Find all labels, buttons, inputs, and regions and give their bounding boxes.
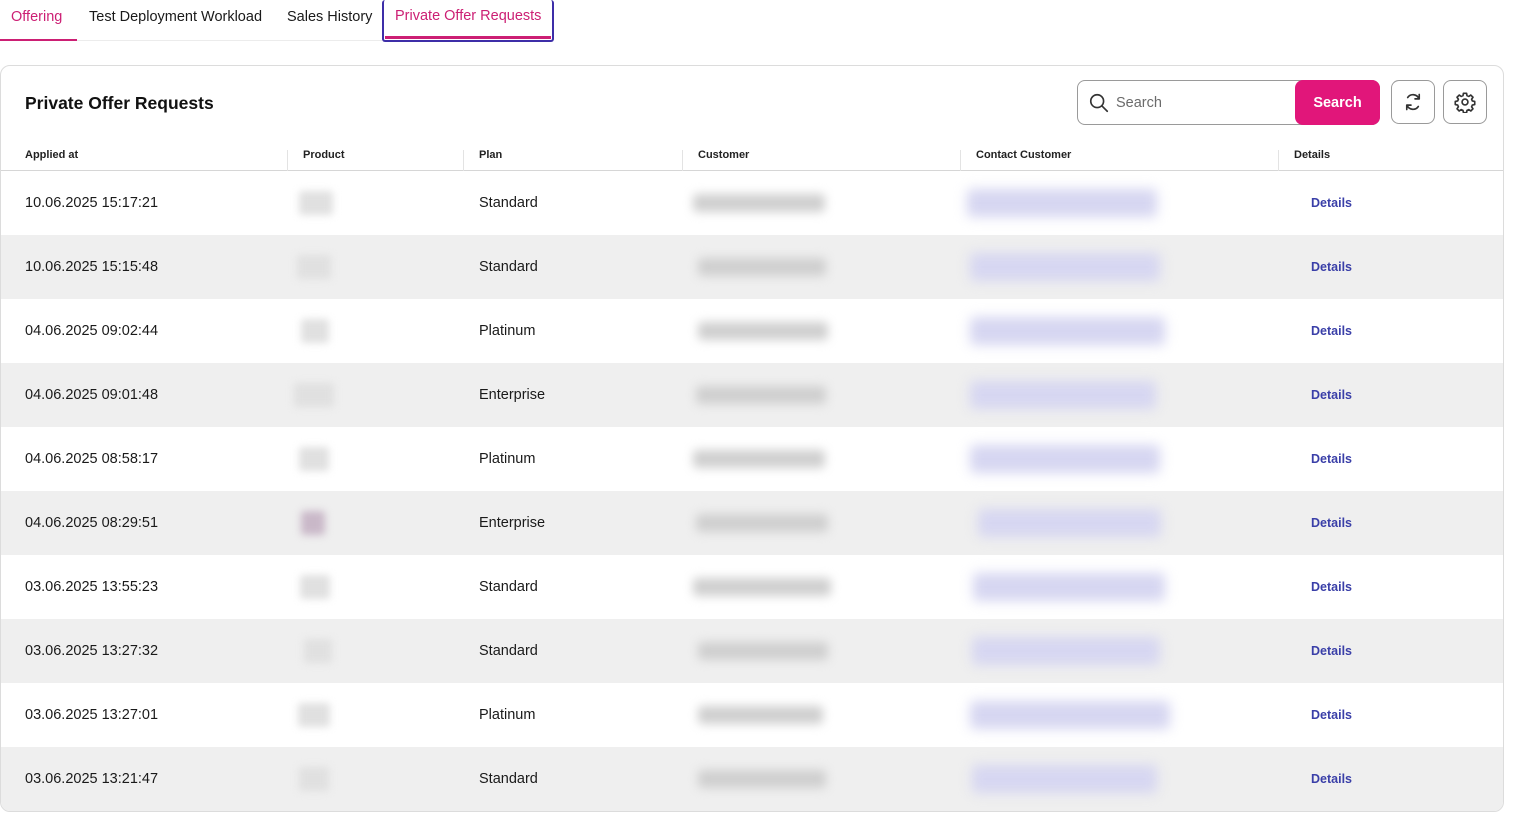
applied-at-cell: 04.06.2025 08:58:17 <box>25 451 159 467</box>
table-row: 04.06.2025 09:01:48 Enterprise Details <box>1 363 1503 427</box>
applied-at-cell: 03.06.2025 13:27:01 <box>25 707 159 723</box>
product-cell-redacted <box>304 639 332 663</box>
table-row: 10.06.2025 15:17:21 Standard Details <box>1 171 1503 235</box>
applied-at-cell: 03.06.2025 13:21:47 <box>25 771 159 787</box>
applied-at-cell: 10.06.2025 15:15:48 <box>25 259 159 275</box>
plan-cell: Enterprise <box>479 387 546 403</box>
product-cell-redacted <box>298 703 330 727</box>
contact-customer-link-redacted[interactable] <box>967 189 1157 217</box>
column-header-customer[interactable]: Customer <box>698 138 749 171</box>
tab-sales-history[interactable]: Sales History <box>277 0 382 42</box>
details-link[interactable]: Details <box>1311 555 1352 619</box>
product-cell-redacted <box>297 255 331 279</box>
private-offer-requests-card: Private Offer Requests Search Applied at… <box>0 65 1504 812</box>
contact-customer-link-redacted[interactable] <box>970 701 1170 729</box>
table-row: 03.06.2025 13:55:23 Standard Details <box>1 555 1503 619</box>
column-separator <box>682 150 683 171</box>
search-input[interactable] <box>1116 89 1291 117</box>
details-link[interactable]: Details <box>1311 427 1352 491</box>
table-row: 03.06.2025 13:27:01 Platinum Details <box>1 683 1503 747</box>
table-row: 04.06.2025 09:02:44 Platinum Details <box>1 299 1503 363</box>
column-separator <box>1278 150 1279 171</box>
plan-cell: Platinum <box>479 323 536 339</box>
contact-customer-link-redacted[interactable] <box>973 573 1165 601</box>
search-button[interactable]: Search <box>1295 80 1380 125</box>
tab-bar: Offering Test Deployment Workload Sales … <box>0 0 560 42</box>
contact-customer-link-redacted[interactable] <box>978 509 1161 537</box>
customer-cell-redacted <box>693 578 831 596</box>
gear-icon <box>1454 92 1476 113</box>
table-row: 04.06.2025 08:58:17 Platinum Details <box>1 427 1503 491</box>
product-cell-redacted <box>299 767 329 791</box>
tab-offering[interactable]: Offering <box>1 0 72 42</box>
column-header-applied-at[interactable]: Applied at <box>25 138 78 171</box>
customer-cell-redacted <box>696 514 828 532</box>
customer-cell-redacted <box>693 194 825 212</box>
product-cell-redacted <box>300 575 330 599</box>
contact-customer-link-redacted[interactable] <box>972 637 1160 665</box>
table-header: Applied at Product Plan Customer Contact… <box>1 138 1503 171</box>
details-link[interactable]: Details <box>1311 619 1352 683</box>
details-link[interactable]: Details <box>1311 235 1352 299</box>
plan-cell: Standard <box>479 643 538 659</box>
product-cell-redacted <box>301 319 329 343</box>
applied-at-cell: 04.06.2025 08:29:51 <box>25 515 159 531</box>
customer-cell-redacted <box>698 258 826 276</box>
table-row: 03.06.2025 13:27:32 Standard Details <box>1 619 1503 683</box>
plan-cell: Standard <box>479 259 538 275</box>
customer-cell-redacted <box>698 706 823 724</box>
tab-test-deployment-workload[interactable]: Test Deployment Workload <box>79 0 272 42</box>
applied-at-cell: 03.06.2025 13:27:32 <box>25 643 159 659</box>
table-row: 03.06.2025 13:21:47 Standard Details <box>1 747 1503 811</box>
plan-cell: Platinum <box>479 451 536 467</box>
column-header-details[interactable]: Details <box>1294 138 1330 171</box>
customer-cell-redacted <box>696 386 826 404</box>
plan-cell: Platinum <box>479 707 536 723</box>
details-link[interactable]: Details <box>1311 747 1352 811</box>
table-row: 04.06.2025 08:29:51 Enterprise Details <box>1 491 1503 555</box>
customer-cell-redacted <box>698 642 828 660</box>
contact-customer-link-redacted[interactable] <box>970 445 1160 473</box>
plan-cell: Standard <box>479 579 538 595</box>
card-title: Private Offer Requests <box>25 93 214 113</box>
contact-customer-link-redacted[interactable] <box>970 317 1165 345</box>
refresh-button[interactable] <box>1391 80 1435 124</box>
table-row: 10.06.2025 15:15:48 Standard Details <box>1 235 1503 299</box>
details-link[interactable]: Details <box>1311 683 1352 747</box>
details-link[interactable]: Details <box>1311 491 1352 555</box>
contact-customer-link-redacted[interactable] <box>972 765 1157 793</box>
details-link[interactable]: Details <box>1311 299 1352 363</box>
contact-customer-link-redacted[interactable] <box>970 253 1160 281</box>
plan-cell: Standard <box>479 771 538 787</box>
applied-at-cell: 04.06.2025 09:01:48 <box>25 387 159 403</box>
applied-at-cell: 10.06.2025 15:17:21 <box>25 195 159 211</box>
product-cell-redacted <box>299 191 333 215</box>
settings-button[interactable] <box>1443 80 1487 124</box>
plan-cell: Enterprise <box>479 515 546 531</box>
column-separator <box>960 150 961 171</box>
plan-cell: Standard <box>479 195 538 211</box>
product-cell-redacted <box>294 383 334 407</box>
details-link[interactable]: Details <box>1311 171 1352 235</box>
tab-private-offer-requests[interactable]: Private Offer Requests <box>382 0 554 42</box>
tab-active-underline <box>0 39 77 41</box>
product-cell-redacted <box>299 447 329 471</box>
applied-at-cell: 04.06.2025 09:02:44 <box>25 323 159 339</box>
applied-at-cell: 03.06.2025 13:55:23 <box>25 579 159 595</box>
details-link[interactable]: Details <box>1311 363 1352 427</box>
column-header-product[interactable]: Product <box>303 138 345 171</box>
column-header-contact-customer[interactable]: Contact Customer <box>976 138 1071 171</box>
refresh-icon <box>1405 93 1421 111</box>
product-cell-redacted <box>301 511 325 535</box>
customer-cell-redacted <box>693 450 825 468</box>
customer-cell-redacted <box>698 322 828 340</box>
column-separator <box>463 150 464 171</box>
column-header-plan[interactable]: Plan <box>479 138 502 171</box>
customer-cell-redacted <box>698 770 826 788</box>
column-separator <box>287 150 288 171</box>
search-icon <box>1089 93 1109 113</box>
table-body: 10.06.2025 15:17:21 Standard Details 10.… <box>1 171 1503 811</box>
contact-customer-link-redacted[interactable] <box>970 381 1156 409</box>
